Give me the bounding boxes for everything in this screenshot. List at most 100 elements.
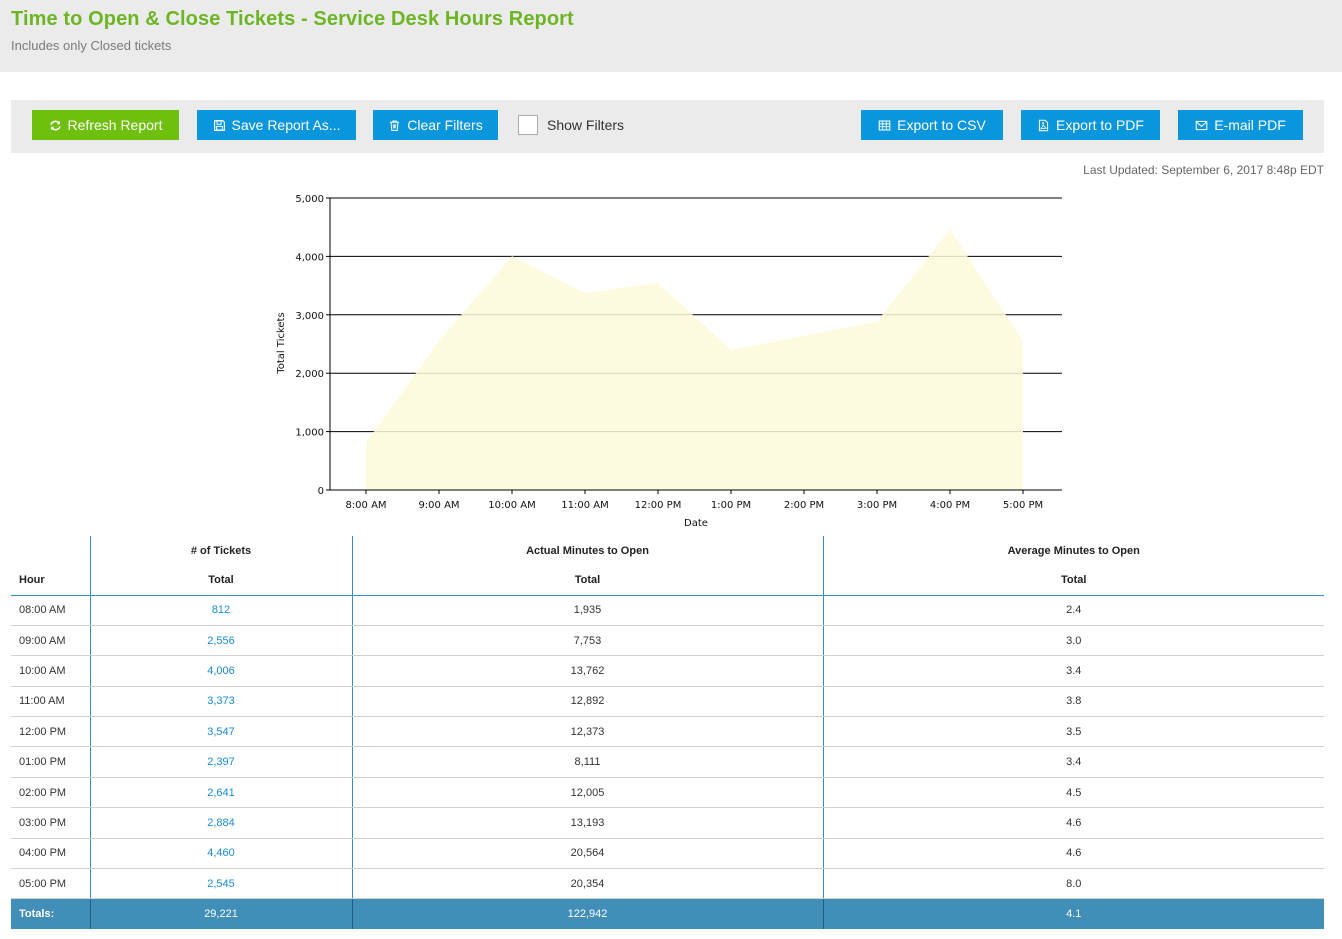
row-actual-minutes: 20,354 xyxy=(351,868,823,900)
column-header-tickets-total[interactable]: Total xyxy=(89,565,352,596)
x-axis-title: Date xyxy=(684,518,708,529)
x-tick-label: 2:00 PM xyxy=(784,500,824,511)
save-icon xyxy=(213,119,225,131)
totals-row: Totals: 29,221 122,942 4.1 xyxy=(11,898,1324,929)
row-actual-minutes: 12,373 xyxy=(351,716,823,748)
ticket-count-link[interactable]: 4,460 xyxy=(89,838,352,870)
row-hour: 08:00 AM xyxy=(11,595,90,626)
table-row: 02:00 PM 2,641 12,005 4.5 xyxy=(11,777,1324,809)
y-axis-title: Total Tickets xyxy=(276,312,287,374)
y-tick-label: 1,000 xyxy=(295,428,324,439)
report-table: # of Tickets Actual Minutes to Open Aver… xyxy=(11,536,1324,929)
row-hour: 03:00 PM xyxy=(11,807,90,839)
report-toolbar: Refresh Report Save Report As... Clear F… xyxy=(11,100,1324,153)
row-actual-minutes: 12,005 xyxy=(351,777,823,809)
ticket-count-link[interactable]: 4,006 xyxy=(89,655,352,687)
row-hour: 02:00 PM xyxy=(11,777,90,809)
x-tick-label: 5:00 PM xyxy=(1003,500,1043,511)
row-average-minutes: 4.5 xyxy=(822,777,1324,809)
table-grid-icon xyxy=(878,120,891,130)
ticket-count-link[interactable]: 3,373 xyxy=(89,686,352,718)
table-row: 08:00 AM 812 1,935 2.4 xyxy=(11,595,1324,626)
row-actual-minutes: 13,193 xyxy=(351,807,823,839)
x-tick-label: 12:00 PM xyxy=(635,500,682,511)
table-row: 03:00 PM 2,884 13,193 4.6 xyxy=(11,807,1324,839)
page-subtitle: Includes only Closed tickets xyxy=(11,38,172,53)
totals-tickets: 29,221 xyxy=(89,898,352,929)
x-tick-label: 10:00 AM xyxy=(488,500,535,511)
totals-average-minutes: 4.1 xyxy=(822,898,1324,929)
export-pdf-button[interactable]: Export to PDF xyxy=(1021,110,1160,140)
y-tick-label: 2,000 xyxy=(295,369,324,380)
row-average-minutes: 3.4 xyxy=(822,746,1324,778)
row-average-minutes: 3.5 xyxy=(822,716,1324,748)
email-pdf-label: E-mail PDF xyxy=(1214,117,1286,133)
row-actual-minutes: 8,111 xyxy=(351,746,823,778)
clear-filters-button[interactable]: Clear Filters xyxy=(373,110,498,140)
row-average-minutes: 2.4 xyxy=(822,595,1324,626)
totals-actual-minutes: 122,942 xyxy=(351,898,823,929)
table-row: 11:00 AM 3,373 12,892 3.8 xyxy=(11,686,1324,718)
ticket-count-link[interactable]: 812 xyxy=(89,595,352,626)
table-sub-header-row: Hour Total Total Total xyxy=(11,565,1324,596)
row-hour: 05:00 PM xyxy=(11,868,90,900)
refresh-icon xyxy=(49,120,61,130)
refresh-report-label: Refresh Report xyxy=(67,117,163,133)
show-filters-checkbox[interactable] xyxy=(518,115,538,135)
clear-filters-label: Clear Filters xyxy=(407,117,483,133)
show-filters-toggle[interactable]: Show Filters xyxy=(518,115,624,135)
save-report-as-label: Save Report As... xyxy=(231,117,341,133)
show-filters-label: Show Filters xyxy=(547,117,625,133)
page-title: Time to Open & Close Tickets - Service D… xyxy=(11,8,574,30)
pdf-file-icon xyxy=(1038,119,1049,131)
refresh-report-button[interactable]: Refresh Report xyxy=(32,110,179,140)
ticket-count-link[interactable]: 2,397 xyxy=(89,746,352,778)
trash-icon xyxy=(390,120,400,131)
ticket-count-link[interactable]: 2,545 xyxy=(89,868,352,900)
x-tick-label: 3:00 PM xyxy=(857,500,897,511)
ticket-count-link[interactable]: 2,641 xyxy=(89,777,352,809)
row-average-minutes: 3.4 xyxy=(822,655,1324,687)
group-header-actual-minutes: Actual Minutes to Open xyxy=(351,536,823,565)
row-average-minutes: 3.0 xyxy=(822,625,1324,657)
tickets-area-series xyxy=(366,229,1023,490)
export-csv-label: Export to CSV xyxy=(897,117,986,133)
envelope-icon xyxy=(1195,120,1208,130)
row-actual-minutes: 12,892 xyxy=(351,686,823,718)
group-header-average-minutes: Average Minutes to Open xyxy=(822,536,1324,565)
ticket-count-link[interactable]: 2,556 xyxy=(89,625,352,657)
x-tick-label: 9:00 AM xyxy=(418,500,459,511)
row-actual-minutes: 20,564 xyxy=(351,838,823,870)
table-row: 01:00 PM 2,397 8,111 3.4 xyxy=(11,746,1324,778)
table-row: 04:00 PM 4,460 20,564 4.6 xyxy=(11,838,1324,870)
email-pdf-button[interactable]: E-mail PDF xyxy=(1178,110,1303,140)
x-tick-label: 8:00 AM xyxy=(345,500,386,511)
row-average-minutes: 4.6 xyxy=(822,807,1324,839)
row-hour: 04:00 PM xyxy=(11,838,90,870)
row-actual-minutes: 7,753 xyxy=(351,625,823,657)
totals-label: Totals: xyxy=(11,898,90,929)
report-header: Time to Open & Close Tickets - Service D… xyxy=(0,0,1342,72)
ticket-count-link[interactable]: 3,547 xyxy=(89,716,352,748)
row-hour: 12:00 PM xyxy=(11,716,90,748)
tickets-area-chart: 0 1,000 2,000 3,000 4,000 5,000 8:00 AM 9:00 AM… xyxy=(276,194,1062,529)
y-tick-label: 5,000 xyxy=(295,194,324,205)
column-header-average-minutes-total[interactable]: Total xyxy=(822,565,1324,596)
row-hour: 10:00 AM xyxy=(11,655,90,687)
column-header-hour[interactable]: Hour xyxy=(11,565,90,596)
export-csv-button[interactable]: Export to CSV xyxy=(861,110,1003,140)
table-row: 10:00 AM 4,006 13,762 3.4 xyxy=(11,655,1324,687)
x-tick-label: 11:00 AM xyxy=(561,500,608,511)
ticket-count-link[interactable]: 2,884 xyxy=(89,807,352,839)
column-header-actual-minutes-total[interactable]: Total xyxy=(351,565,823,596)
row-hour: 11:00 AM xyxy=(11,686,90,718)
group-header-hour xyxy=(11,536,90,565)
row-hour: 01:00 PM xyxy=(11,746,90,778)
x-tick-label: 1:00 PM xyxy=(711,500,751,511)
table-row: 12:00 PM 3,547 12,373 3.5 xyxy=(11,716,1324,748)
save-report-as-button[interactable]: Save Report As... xyxy=(197,110,356,140)
row-actual-minutes: 13,762 xyxy=(351,655,823,687)
row-hour: 09:00 AM xyxy=(11,625,90,657)
row-average-minutes: 8.0 xyxy=(822,868,1324,900)
y-tick-label: 4,000 xyxy=(295,252,324,263)
